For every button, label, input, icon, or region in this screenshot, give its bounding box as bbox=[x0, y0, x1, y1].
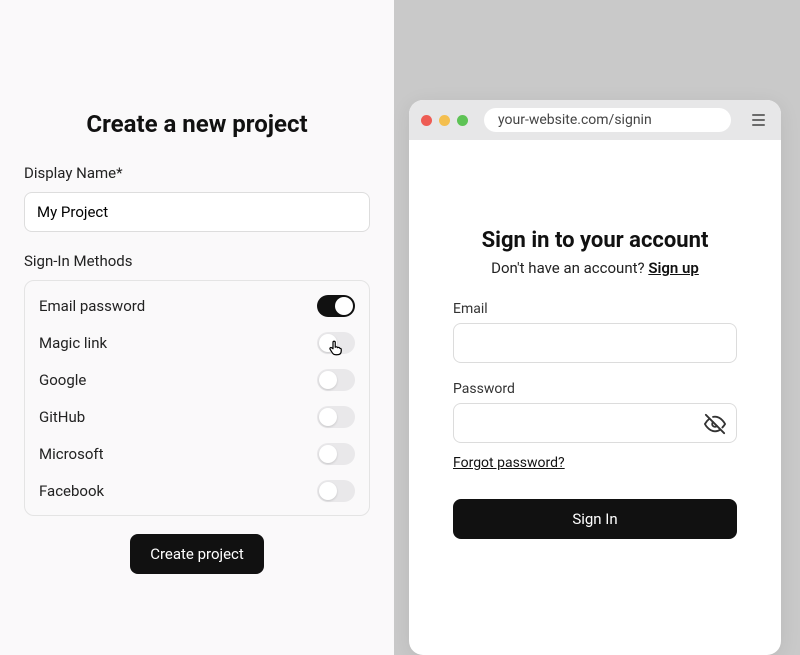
signup-link[interactable]: Sign up bbox=[648, 259, 699, 277]
signin-subtitle: Don't have an account? Sign up bbox=[453, 259, 737, 277]
project-create-panel: Create a new project Display Name* Sign-… bbox=[0, 0, 394, 655]
password-field[interactable] bbox=[453, 403, 737, 443]
sign-in-methods-label: Sign-In Methods bbox=[24, 252, 370, 270]
preview-panel: your-website.com/signin Sign in to your … bbox=[394, 0, 800, 655]
method-row-github: GitHub bbox=[39, 398, 355, 435]
menu-icon[interactable] bbox=[747, 109, 769, 131]
method-label: Email password bbox=[39, 297, 145, 315]
forgot-password-link[interactable]: Forgot password? bbox=[453, 455, 565, 471]
browser-frame: your-website.com/signin Sign in to your … bbox=[409, 100, 781, 655]
method-row-microsoft: Microsoft bbox=[39, 435, 355, 472]
eye-off-icon[interactable] bbox=[704, 413, 726, 435]
window-minimize-icon[interactable] bbox=[439, 115, 450, 126]
toggle-email-password[interactable] bbox=[317, 295, 355, 317]
method-row-magic-link: Magic link bbox=[39, 324, 355, 361]
toggle-google[interactable] bbox=[317, 369, 355, 391]
create-project-button[interactable]: Create project bbox=[130, 534, 264, 574]
toggle-microsoft[interactable] bbox=[317, 443, 355, 465]
signin-page: Sign in to your account Don't have an ac… bbox=[409, 140, 781, 539]
toggle-github[interactable] bbox=[317, 406, 355, 428]
email-label: Email bbox=[453, 301, 737, 317]
page-title: Create a new project bbox=[24, 110, 370, 138]
window-close-icon[interactable] bbox=[421, 115, 432, 126]
method-label: Google bbox=[39, 371, 86, 389]
method-label: Facebook bbox=[39, 482, 104, 500]
display-name-input[interactable] bbox=[24, 192, 370, 232]
method-row-email-password: Email password bbox=[39, 287, 355, 324]
method-label: Microsoft bbox=[39, 445, 104, 463]
method-row-facebook: Facebook bbox=[39, 472, 355, 509]
toggle-magic-link[interactable] bbox=[317, 332, 355, 354]
signin-title: Sign in to your account bbox=[453, 228, 737, 253]
method-label: GitHub bbox=[39, 408, 85, 426]
method-label: Magic link bbox=[39, 334, 107, 352]
method-row-google: Google bbox=[39, 361, 355, 398]
sign-in-methods-list: Email password Magic link Google GitHub Micr… bbox=[24, 280, 370, 516]
browser-chrome: your-website.com/signin bbox=[409, 100, 781, 140]
display-name-label: Display Name* bbox=[24, 164, 370, 182]
toggle-facebook[interactable] bbox=[317, 480, 355, 502]
window-maximize-icon[interactable] bbox=[457, 115, 468, 126]
url-bar[interactable]: your-website.com/signin bbox=[484, 108, 731, 132]
window-controls bbox=[421, 115, 468, 126]
signin-button[interactable]: Sign In bbox=[453, 499, 737, 539]
password-label: Password bbox=[453, 381, 737, 397]
email-field[interactable] bbox=[453, 323, 737, 363]
signin-subtitle-text: Don't have an account? bbox=[491, 259, 648, 277]
